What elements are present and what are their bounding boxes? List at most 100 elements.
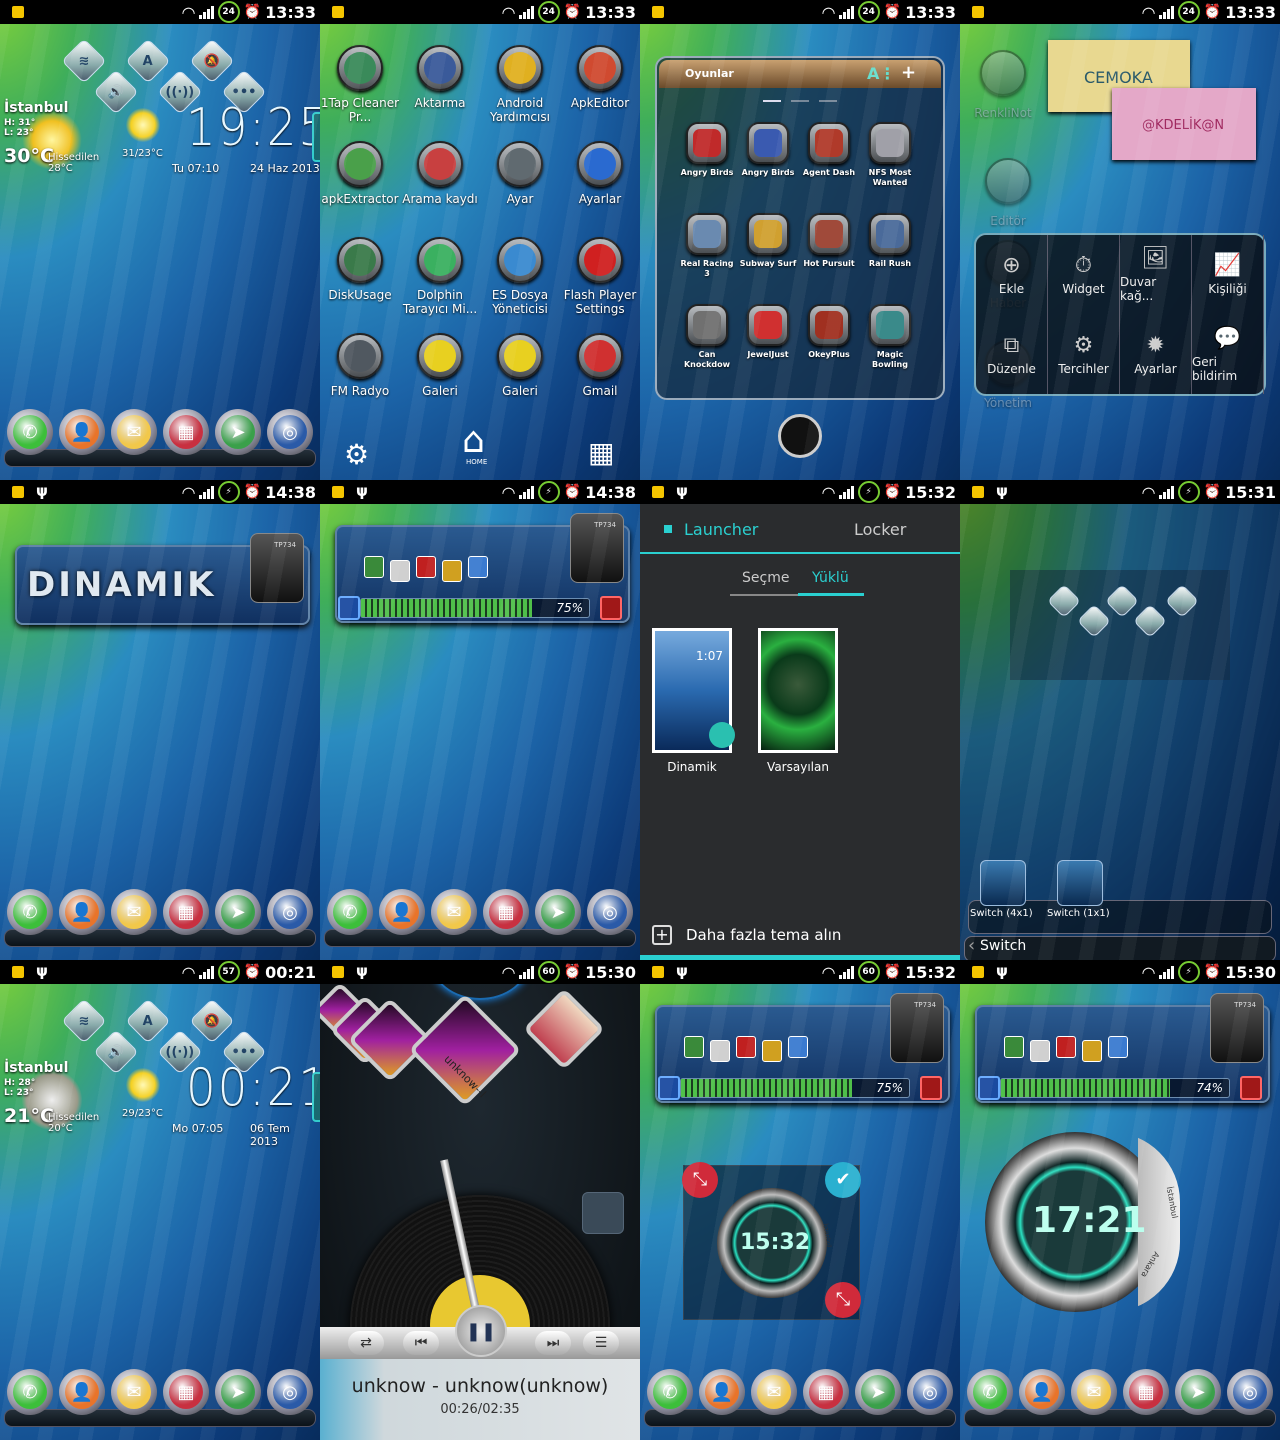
- shortcut-icon[interactable]: [788, 1036, 808, 1058]
- subtab-yuklu[interactable]: Yüklü: [812, 570, 849, 586]
- tab-locker[interactable]: Locker: [854, 520, 906, 539]
- widget-preview[interactable]: [980, 860, 1026, 906]
- shortcut-icon[interactable]: [1082, 1040, 1102, 1062]
- previous-button[interactable]: ⏮: [403, 1331, 439, 1355]
- dock-settings-button[interactable]: ◎: [587, 889, 633, 935]
- menu-item-edit[interactable]: ⧉ Düzenle: [976, 314, 1048, 394]
- auto-rotate-toggle-icon[interactable]: A: [125, 998, 171, 1044]
- app-icon[interactable]: [577, 45, 623, 91]
- dock-phone-button[interactable]: ✆: [7, 409, 53, 455]
- dock-settings-button[interactable]: ◎: [1227, 1369, 1273, 1415]
- home-icon[interactable]: ⌂: [462, 420, 485, 461]
- silent-toggle-icon[interactable]: 🔕: [189, 998, 235, 1044]
- repeat-button[interactable]: ⇄: [348, 1331, 384, 1355]
- dock-settings-button[interactable]: ◎: [267, 889, 313, 935]
- subtab-secme[interactable]: Seçme: [742, 570, 789, 586]
- shortcut-icon[interactable]: [442, 560, 462, 582]
- dock-app-drawer-button[interactable]: ▦: [163, 889, 209, 935]
- dock-browser-button[interactable]: ➤: [855, 1369, 901, 1415]
- dock-messages-button[interactable]: ✉: [431, 889, 477, 935]
- dock-messages-button[interactable]: ✉: [1071, 1369, 1117, 1415]
- shortcut-icon[interactable]: [364, 556, 384, 578]
- game-icon[interactable]: [808, 213, 850, 255]
- dock-contacts-button[interactable]: 👤: [379, 889, 425, 935]
- widget-preview[interactable]: [1057, 860, 1103, 906]
- app-icon[interactable]: [497, 141, 543, 187]
- app-icon[interactable]: [337, 333, 383, 379]
- dock-contacts-button[interactable]: 👤: [59, 889, 105, 935]
- game-icon[interactable]: [808, 122, 850, 164]
- dock-contacts-button[interactable]: 👤: [59, 1369, 105, 1415]
- game-icon[interactable]: [686, 213, 728, 255]
- menu-item-add[interactable]: ⊕ Ekle: [976, 235, 1048, 315]
- dock-messages-button[interactable]: ✉: [111, 409, 157, 455]
- shortcut-icon[interactable]: [710, 1040, 730, 1062]
- menu-item-settings[interactable]: ✹ Ayarlar: [1120, 314, 1192, 394]
- wifi-toggle-icon[interactable]: ≋: [61, 38, 107, 84]
- wifi-toggle-icon[interactable]: ≋: [61, 998, 107, 1044]
- pause-button[interactable]: ❚❚: [455, 1305, 507, 1357]
- dock-browser-button[interactable]: ➤: [1175, 1369, 1221, 1415]
- app-icon[interactable]: [337, 237, 383, 283]
- resize-handle-icon[interactable]: ⤡: [682, 1162, 718, 1198]
- silent-toggle-icon[interactable]: 🔕: [189, 38, 235, 84]
- dock-browser-button[interactable]: ➤: [535, 889, 581, 935]
- dock-phone-button[interactable]: ✆: [327, 889, 373, 935]
- dock-phone-button[interactable]: ✆: [647, 1369, 693, 1415]
- shortcut-icon[interactable]: [468, 556, 488, 578]
- dock-browser-button[interactable]: ➤: [215, 889, 261, 935]
- album-cover[interactable]: [408, 993, 522, 1107]
- dock-app-drawer-button[interactable]: ▦: [163, 409, 209, 455]
- dock-contacts-button[interactable]: 👤: [59, 409, 105, 455]
- dock-settings-button[interactable]: ◎: [267, 1369, 313, 1415]
- dock-browser-button[interactable]: ➤: [215, 1369, 261, 1415]
- app-icon[interactable]: [337, 141, 383, 187]
- grid-view-icon[interactable]: ▦: [588, 436, 614, 469]
- dock-browser-button[interactable]: ➤: [215, 409, 261, 455]
- sort-icon[interactable]: A⋮: [867, 64, 895, 83]
- app-icon[interactable]: [417, 45, 463, 91]
- shortcut-icon[interactable]: [1056, 1036, 1076, 1058]
- dock-contacts-button[interactable]: 👤: [1019, 1369, 1065, 1415]
- tab-launcher[interactable]: Launcher: [684, 520, 758, 539]
- dock-app-drawer-button[interactable]: ▦: [803, 1369, 849, 1415]
- shortcut-icon[interactable]: [762, 1040, 782, 1062]
- app-icon[interactable]: [980, 50, 1026, 96]
- shortcut-icon[interactable]: [1030, 1040, 1050, 1062]
- home-button[interactable]: [778, 414, 822, 458]
- game-icon[interactable]: [747, 213, 789, 255]
- game-icon[interactable]: [869, 122, 911, 164]
- dock-messages-button[interactable]: ✉: [111, 889, 157, 935]
- right-button[interactable]: [600, 596, 622, 620]
- category-back-icon[interactable]: ‹: [968, 935, 975, 956]
- dock-phone-button[interactable]: ✆: [967, 1369, 1013, 1415]
- app-icon[interactable]: [497, 237, 543, 283]
- resize-handle-icon[interactable]: ⤡: [825, 1282, 861, 1318]
- shortcut-icon[interactable]: [390, 560, 410, 582]
- auto-rotate-toggle-icon[interactable]: A: [125, 38, 171, 84]
- dock-app-drawer-button[interactable]: ▦: [163, 1369, 209, 1415]
- left-button[interactable]: [978, 1076, 1000, 1100]
- game-icon[interactable]: [686, 122, 728, 164]
- shortcut-icon[interactable]: [416, 556, 436, 578]
- sound-toggle-icon[interactable]: 🔊: [93, 69, 139, 115]
- right-button[interactable]: [920, 1076, 942, 1100]
- app-icon[interactable]: [417, 237, 463, 283]
- dock-messages-button[interactable]: ✉: [751, 1369, 797, 1415]
- app-icon[interactable]: [577, 237, 623, 283]
- dock-app-drawer-button[interactable]: ▦: [1123, 1369, 1169, 1415]
- app-icon[interactable]: [337, 45, 383, 91]
- shortcut-icon[interactable]: [1108, 1036, 1128, 1058]
- volume-button[interactable]: [582, 1192, 624, 1234]
- game-icon[interactable]: [747, 122, 789, 164]
- dinamik-widget[interactable]: DINAMIK TP734: [15, 533, 310, 625]
- playlist-button[interactable]: ☰: [583, 1331, 619, 1355]
- dock-app-drawer-button[interactable]: ▦: [483, 889, 529, 935]
- shortcut-icon[interactable]: [1004, 1036, 1024, 1058]
- game-icon[interactable]: [686, 304, 728, 346]
- theme-thumbnail-dinamik[interactable]: 1:07: [652, 628, 735, 753]
- app-icon[interactable]: [417, 141, 463, 187]
- right-button[interactable]: [1240, 1076, 1262, 1100]
- shortcut-icon[interactable]: [736, 1036, 756, 1058]
- left-button[interactable]: [658, 1076, 680, 1100]
